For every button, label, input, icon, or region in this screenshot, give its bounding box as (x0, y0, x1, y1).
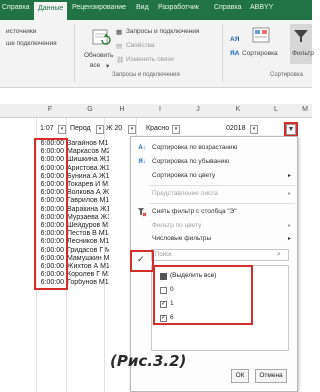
filter-dropdown-icon[interactable]: ▾ (58, 125, 66, 134)
tab-view[interactable]: Вид (136, 4, 149, 11)
menu-separator (149, 185, 295, 186)
checkmark-icon: ✓ (137, 254, 145, 264)
sort-desc-icon: Я↓ (138, 159, 146, 165)
sort-dialog-icon[interactable] (252, 26, 270, 44)
header-cell-g[interactable]: Перод (70, 125, 91, 137)
chevron-right-icon: ▸ (287, 223, 291, 229)
name-cell[interactable]: Гридасов Г М14 (67, 247, 109, 254)
highlight-box-values (153, 265, 253, 325)
name-cell[interactable]: Лесников М14 (67, 238, 109, 245)
name-cell[interactable]: Гаврилов М14 (67, 197, 109, 204)
funnel-icon (294, 30, 308, 42)
tab-help-left[interactable]: Справка (2, 4, 29, 11)
name-cell[interactable]: Варакина Ж14 (67, 206, 109, 213)
filter-ribbon-button[interactable]: Фильтр (290, 24, 314, 64)
menu-separator (149, 203, 295, 204)
properties-icon: ▤ (116, 43, 123, 50)
filter-dropdown-icon[interactable]: ▾ (172, 125, 180, 134)
edit-links-button[interactable]: Изменить связи (126, 56, 174, 63)
tab-developer[interactable]: Разработчик (158, 4, 199, 11)
header-cell-h[interactable]: Ж 20 (106, 125, 122, 137)
filter-dropdown-icon[interactable]: ▾ (250, 125, 258, 134)
refresh-all-sublabel[interactable]: все (90, 62, 100, 69)
column-header-f[interactable]: F (40, 106, 60, 118)
group-label-sort: Сортировка (270, 72, 303, 78)
highlight-box-filter-button (284, 122, 298, 137)
name-cell[interactable]: Жихтов А М14 (67, 263, 109, 270)
sort-za-icon[interactable]: ЯА (230, 50, 239, 57)
filter-ribbon-label: Фильтр (292, 50, 314, 57)
queries-icon: ▦ (116, 29, 123, 36)
chevron-right-icon: ▸ (287, 173, 291, 179)
column-header-j[interactable]: J (188, 106, 208, 118)
column-header-m[interactable]: M (298, 106, 312, 118)
name-cell[interactable]: Аристова Ж17 (67, 165, 109, 172)
tab-data[interactable]: Данные (34, 2, 68, 20)
ok-button[interactable]: ОК (231, 369, 249, 383)
clear-filter-icon (137, 207, 147, 217)
edit-links-icon: ⛓ (116, 57, 125, 64)
name-cell[interactable]: Горбунов М14 (67, 279, 109, 286)
menu-item-sheet-view: Представление листа ▸ (152, 190, 291, 197)
ribbon-separator (222, 24, 223, 82)
column-header-g[interactable]: G (80, 106, 100, 118)
filter-search-input[interactable]: Поиск (151, 249, 289, 261)
sort-az-icon[interactable]: АЯ (230, 36, 239, 43)
header-cell-f[interactable]: 1:07 (40, 125, 54, 137)
group-label-queries: Запросы и подключения (112, 72, 180, 78)
ribbon-tab-bar: Справка Данные Рецензирование Вид Разраб… (0, 0, 312, 20)
menu-item-sort-asc[interactable]: А↓ Сортировка по возрастанию (131, 143, 299, 155)
search-icon: ⌕ (277, 251, 281, 258)
ribbon-connections-item[interactable]: ше подключения (6, 40, 57, 47)
name-cell[interactable]: Шейдуров М14 (67, 222, 109, 229)
chevron-right-icon: ▸ (287, 191, 291, 197)
name-cell[interactable]: Волкова А Ж14 (67, 189, 109, 196)
menu-item-filter-by-color: Фильтр по цвету ▸ (152, 222, 291, 229)
menu-item-sort-by-color[interactable]: Сортировка по цвету ▸ (131, 171, 299, 183)
tab-help[interactable]: Справка (214, 4, 241, 11)
name-cell[interactable]: Бунина А Ж17 (67, 173, 109, 180)
sort-button[interactable]: Сортировка (242, 50, 278, 57)
ribbon-sources-item[interactable]: источники (6, 28, 36, 35)
filter-dropdown-icon[interactable]: ▾ (96, 125, 104, 134)
name-cell[interactable]: Пестов В М14 (67, 230, 109, 237)
name-cell[interactable]: Мурзаева Ж14 (67, 214, 109, 221)
name-cell[interactable]: Королев Г М14 (67, 271, 109, 278)
chevron-down-icon: ▾ (106, 63, 110, 70)
cancel-button[interactable]: Отмена (255, 369, 287, 383)
name-cell[interactable]: Маркасов М20 (67, 148, 109, 155)
chevron-right-icon: ▸ (287, 236, 291, 242)
tab-abbyy[interactable]: ABBYY (250, 4, 273, 11)
queries-connections-button[interactable]: Запросы и подключения (126, 28, 199, 35)
name-cell[interactable]: Токарев И М17 (67, 181, 109, 188)
name-cell[interactable]: Мамушкин М14 (67, 255, 109, 262)
sort-asc-icon: А↓ (138, 145, 146, 151)
figure-caption: (Рис.3.2) (110, 352, 187, 370)
name-cell[interactable]: Загайнов М15 (67, 140, 109, 147)
highlight-box-time-column (34, 138, 68, 290)
properties-button[interactable]: Свойства (126, 42, 155, 49)
filter-dropdown-icon[interactable]: ▾ (128, 125, 136, 134)
column-header-i[interactable]: I (150, 106, 170, 118)
ribbon-body: источники ше подключения Обновить все ▾ … (0, 20, 314, 88)
menu-item-number-filters[interactable]: Числовые фильтры ▸ (131, 234, 299, 246)
column-header-bar: F G H I J K L M (0, 104, 312, 118)
ribbon-separator (74, 24, 75, 82)
tab-review[interactable]: Рецензирование (72, 4, 126, 11)
refresh-all-icon[interactable] (90, 26, 112, 48)
refresh-all-label[interactable]: Обновить (84, 52, 113, 59)
column-header-l[interactable]: L (266, 106, 286, 118)
menu-item-clear-filter[interactable]: Снять фильтр с столбца "Э" (131, 207, 299, 219)
column-header-k[interactable]: K (228, 106, 248, 118)
name-cell[interactable]: Шишкина Ж13 (67, 156, 109, 163)
menu-item-sort-desc[interactable]: Я↓ Сортировка по убыванию (131, 157, 299, 169)
column-header-h[interactable]: H (112, 106, 132, 118)
